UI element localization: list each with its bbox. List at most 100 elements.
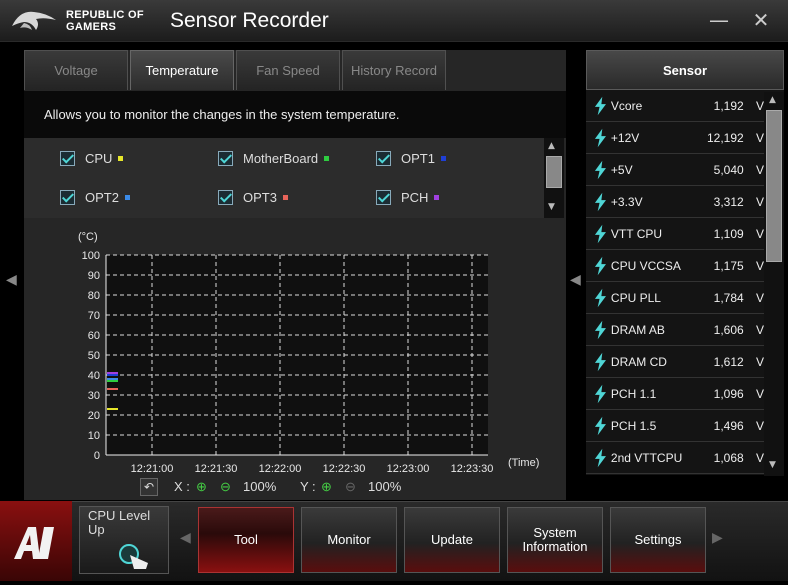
sensor-row: PCH 1.5 1,496 V: [586, 411, 764, 442]
y-tick-label: 60: [88, 330, 100, 342]
scroll-up-icon[interactable]: ▲: [548, 141, 555, 151]
sensor-row: VTT CPU 1,109 V: [586, 219, 764, 250]
sensor-unit: V: [755, 419, 764, 433]
sensor-value: 1,496: [713, 419, 744, 433]
sensor-name: +12V: [610, 131, 640, 145]
checkbox-pch[interactable]: PCH: [376, 187, 440, 207]
nav-monitor-button[interactable]: Monitor: [301, 507, 397, 573]
nav-system-information-button[interactable]: System Information: [507, 507, 603, 573]
sensor-value: 3,312: [713, 195, 744, 209]
y-tick-label: 90: [88, 270, 100, 282]
checkbox-icon[interactable]: [60, 150, 75, 166]
y-tick-label: 50: [88, 350, 100, 362]
close-button[interactable]: ✕: [748, 8, 774, 34]
checkbox-cpu[interactable]: CPU: [60, 148, 124, 168]
checkbox-icon[interactable]: [218, 150, 233, 166]
minimize-button[interactable]: —: [706, 8, 732, 34]
ai-suite-logo-icon[interactable]: [0, 501, 72, 581]
nav-update-button[interactable]: Update: [404, 507, 500, 573]
scroll-thumb[interactable]: [766, 110, 782, 262]
lightning-icon: [594, 448, 606, 468]
y-tick-label: 80: [88, 290, 100, 302]
sensor-value: 1,784: [713, 291, 744, 305]
checkbox-scrollbar[interactable]: ▲ ▼: [544, 138, 564, 218]
tab-temperature[interactable]: Temperature: [130, 50, 234, 90]
sensor-row: CPU VCCSA 1,175 V: [586, 251, 764, 282]
y-tick-label: 20: [88, 410, 100, 422]
sensor-value: 1,606: [713, 323, 744, 337]
checkbox-icon[interactable]: [218, 189, 233, 205]
color-swatch: [440, 155, 446, 161]
sensor-unit: V: [755, 99, 764, 113]
sensor-value: 12,192: [707, 131, 744, 145]
y-tick-label: 100: [82, 250, 100, 262]
checkbox-motherboard[interactable]: MotherBoard: [218, 148, 330, 168]
lightning-icon: [594, 128, 606, 148]
zoom-out-icon[interactable]: ⊖: [345, 479, 356, 495]
touch-hand-icon: [119, 544, 148, 569]
chart-svg: 0 10 20 30 40 50 60 70 80 90 100 12:21:00 12:21:30 12…: [78, 231, 539, 475]
checkbox-opt2[interactable]: OPT2: [60, 187, 130, 207]
zoom-in-icon[interactable]: ⊕: [321, 479, 332, 495]
checkbox-icon[interactable]: [376, 189, 391, 205]
color-swatch: [282, 194, 288, 200]
checkbox-opt1[interactable]: OPT1: [376, 148, 446, 168]
zoom-in-icon[interactable]: ⊕: [196, 479, 207, 495]
sensor-name: CPU VCCSA: [610, 259, 681, 273]
lightning-icon: [594, 320, 606, 340]
sensor-name: VTT CPU: [610, 227, 663, 241]
x-tick-label: 12:23:00: [387, 463, 430, 475]
zoom-x-label: X :: [174, 479, 190, 494]
sensor-row: Vcore 1,192 V: [586, 91, 764, 122]
left-panel-arrow-icon[interactable]: ◀: [6, 272, 17, 288]
color-swatch: [324, 155, 330, 161]
lightning-icon: [594, 416, 606, 436]
sensor-value: 1,096: [713, 387, 744, 401]
scroll-up-icon[interactable]: ▲: [769, 95, 776, 105]
y-tick-label: 0: [94, 450, 100, 462]
tab-history-record[interactable]: History Record: [342, 50, 446, 90]
lightning-icon: [594, 288, 606, 308]
y-tick-label: 10: [88, 430, 100, 442]
nav-prev-arrow-icon[interactable]: ◀: [180, 530, 191, 546]
sensor-unit: V: [755, 387, 764, 401]
sensor-unit: V: [755, 451, 764, 465]
checkbox-icon[interactable]: [376, 150, 391, 166]
color-swatch: [118, 155, 124, 161]
window-title: Sensor Recorder: [170, 9, 329, 32]
sensor-name: PCH 1.5: [610, 419, 657, 433]
scroll-down-icon[interactable]: ▼: [769, 460, 776, 470]
cpu-level-up-button[interactable]: CPU Level Up: [79, 506, 169, 574]
sensor-scrollbar[interactable]: ▲ ▼: [764, 92, 784, 476]
color-swatch: [434, 194, 440, 200]
sensor-value: 1,109: [713, 227, 744, 241]
checkbox-icon[interactable]: [60, 189, 75, 205]
sensor-unit: V: [755, 291, 764, 305]
sensor-unit: V: [755, 195, 764, 209]
collapse-sensor-arrow-icon[interactable]: ◀: [570, 272, 581, 288]
lightning-icon: [594, 160, 606, 180]
reset-icon[interactable]: ↶: [140, 478, 158, 496]
zoom-out-icon[interactable]: ⊖: [220, 479, 231, 495]
zoom-x-value: 100%: [243, 479, 277, 494]
x-axis-label: (Time): [508, 457, 539, 469]
color-swatch: [124, 194, 130, 200]
tab-voltage[interactable]: Voltage: [24, 50, 128, 90]
zoom-bar: ↶ X : ⊕ ⊖ 100% Y : ⊕ ⊖ 100%: [140, 476, 420, 498]
sensor-row: DRAM AB 1,606 V: [586, 315, 764, 346]
sensor-row: +3.3V 3,312 V: [586, 187, 764, 218]
nav-next-arrow-icon[interactable]: ▶: [712, 530, 723, 546]
scroll-down-icon[interactable]: ▼: [548, 202, 555, 212]
sensor-name: PCH 1.1: [610, 387, 657, 401]
tab-fan-speed[interactable]: Fan Speed: [236, 50, 340, 90]
sensor-row: 2nd VTTCPU 1,068 V: [586, 443, 764, 474]
x-tick-label: 12:21:00: [131, 463, 174, 475]
checkbox-opt3[interactable]: OPT3: [218, 187, 288, 207]
nav-tool-button[interactable]: Tool: [198, 507, 294, 573]
y-tick-label: 40: [88, 370, 100, 382]
sensor-checkbox-list: CPU MotherBoard OPT1 OPT2 OPT3 PCH: [24, 138, 544, 218]
scroll-thumb[interactable]: [546, 156, 562, 188]
nav-settings-button[interactable]: Settings: [610, 507, 706, 573]
sensor-row: DRAM CD 1,612 V: [586, 347, 764, 378]
tab-bar: Voltage Temperature Fan Speed History Re…: [24, 50, 566, 90]
